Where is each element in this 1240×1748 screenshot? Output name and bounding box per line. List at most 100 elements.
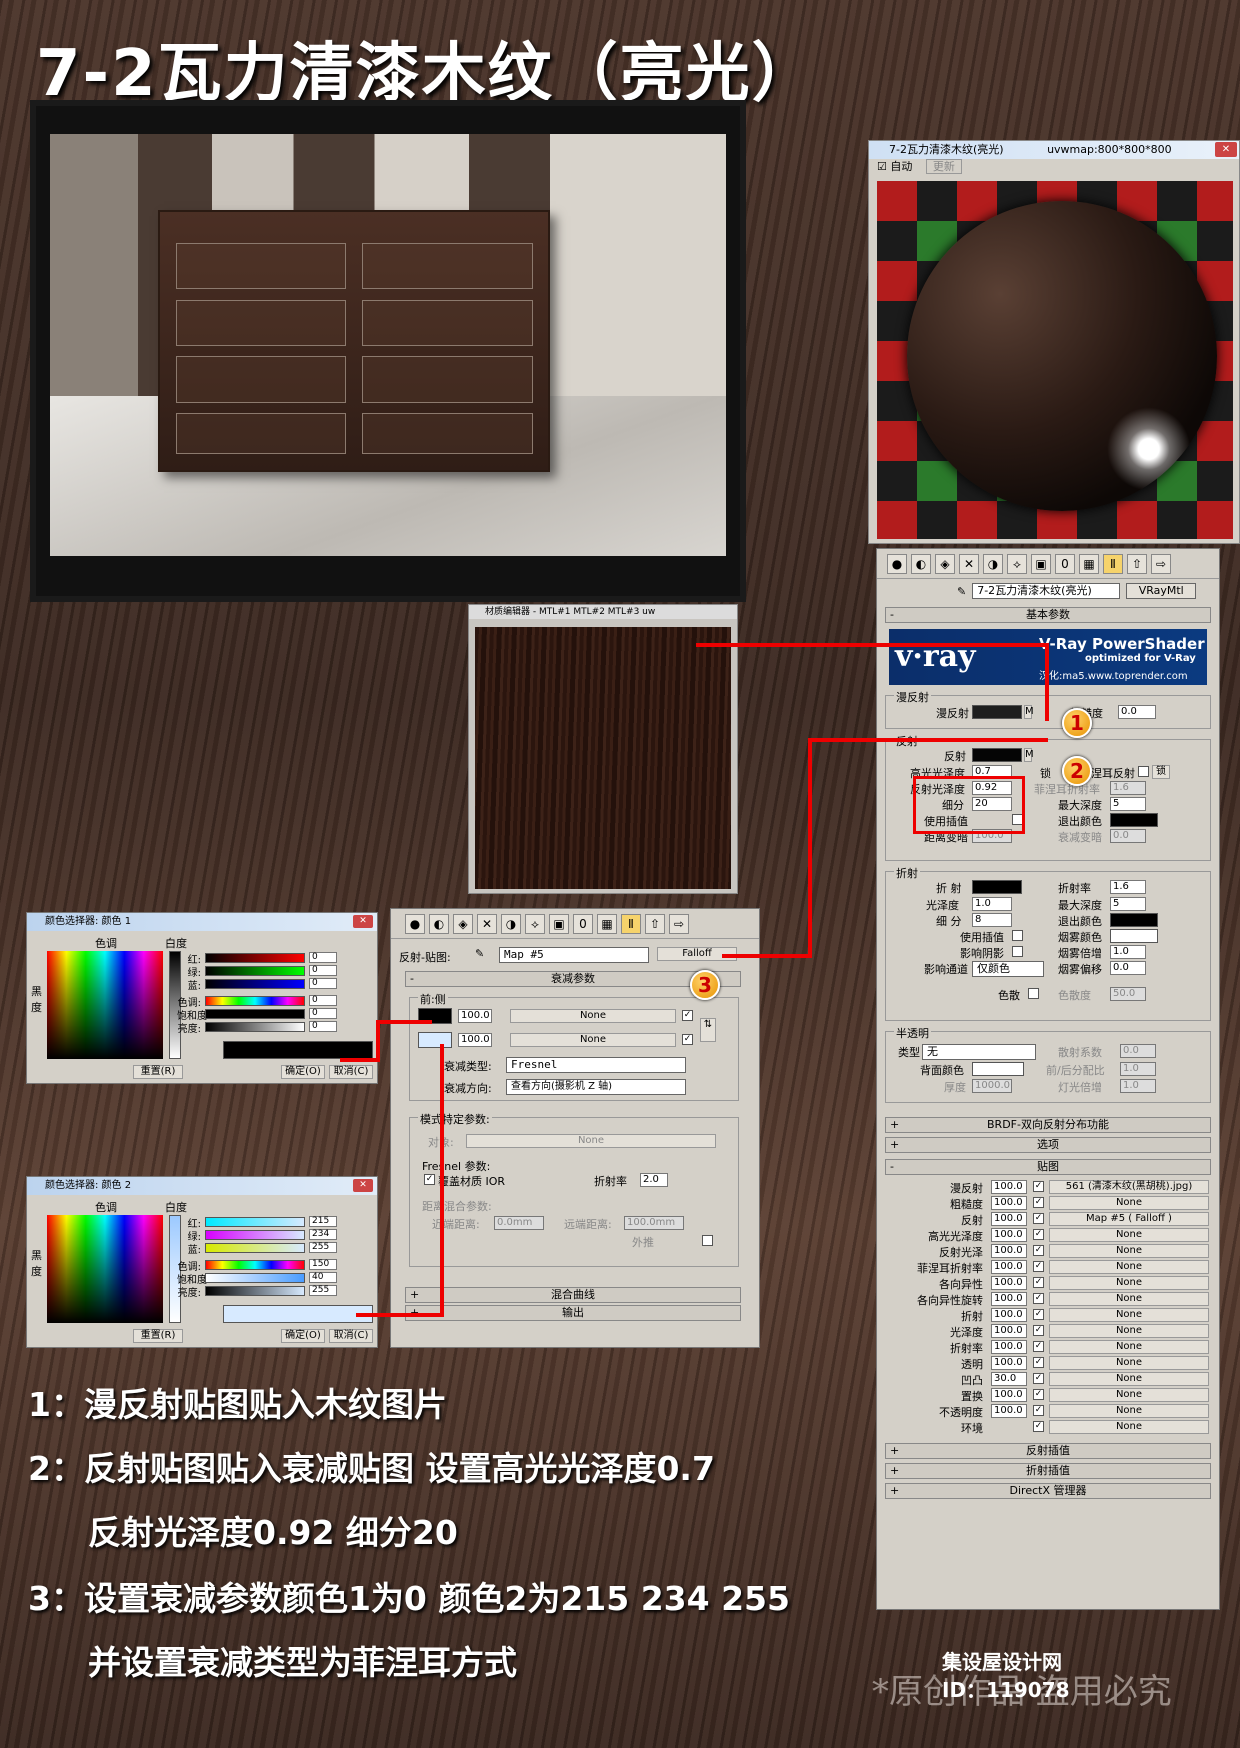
map-enable-checkbox[interactable]: ✓	[1033, 1325, 1044, 1336]
channel-dropdown[interactable]: 仅颜色	[972, 961, 1044, 977]
map-amount-input[interactable]: 100.0	[991, 1404, 1027, 1418]
maps-rollout[interactable]: - 贴图	[885, 1159, 1211, 1175]
map-amount-input[interactable]: 100.0	[991, 1180, 1027, 1194]
color-slider[interactable]	[205, 979, 305, 989]
map-slot-button[interactable]: None	[1049, 1244, 1209, 1258]
refl-interp-rollout[interactable]: + 反射插值	[885, 1443, 1211, 1459]
map-amount-input[interactable]: 100.0	[991, 1196, 1027, 1210]
color-slider[interactable]	[205, 996, 305, 1006]
directx-rollout[interactable]: + DirectX 管理器	[885, 1483, 1211, 1499]
map-slot-button[interactable]: None	[1049, 1420, 1209, 1434]
map-name-field[interactable]: Map #5	[499, 947, 649, 963]
unique-icon[interactable]: ⟡	[1007, 553, 1027, 574]
close-icon[interactable]: ✕	[353, 915, 373, 928]
map-slot-button[interactable]: None	[1049, 1404, 1209, 1418]
map-enable-checkbox[interactable]: ✓	[1033, 1421, 1044, 1432]
get-material-icon[interactable]: ●	[405, 913, 425, 934]
map-enable-checkbox[interactable]: ✓	[1033, 1341, 1044, 1352]
map-amount-input[interactable]: 30.0	[991, 1372, 1027, 1386]
color-slider[interactable]	[205, 1243, 305, 1253]
library-icon[interactable]: ▣	[549, 913, 569, 934]
map-slot-button[interactable]: None	[1049, 1276, 1209, 1290]
map-amount-input[interactable]: 100.0	[991, 1276, 1027, 1290]
map-enable-checkbox[interactable]: ✓	[1033, 1277, 1044, 1288]
go-parent-icon[interactable]: ⇧	[1127, 553, 1147, 574]
brdf-rollout[interactable]: + BRDF-双向反射分布功能	[885, 1117, 1211, 1133]
translucency-type-dropdown[interactable]: 无	[922, 1044, 1036, 1060]
map-slot-button[interactable]: None	[1049, 1372, 1209, 1386]
color-slider[interactable]	[205, 1022, 305, 1032]
map-enable-checkbox[interactable]: ✓	[1033, 1389, 1044, 1400]
put-material-icon[interactable]: ◐	[429, 913, 449, 934]
map-amount-input[interactable]: 100.0	[991, 1356, 1027, 1370]
falloff-type-dropdown[interactable]: Fresnel	[506, 1057, 686, 1073]
color-slider[interactable]	[205, 1260, 305, 1270]
map-enable-checkbox[interactable]: ✓	[1033, 1373, 1044, 1384]
get-material-icon[interactable]: ●	[887, 553, 907, 574]
map-slot-button[interactable]: None	[1049, 1292, 1209, 1306]
id-icon[interactable]: 0	[1055, 553, 1075, 574]
go-parent-icon[interactable]: ⇧	[645, 913, 665, 934]
close-icon[interactable]: ✕	[1215, 142, 1237, 157]
map-slot-button[interactable]: Map #5 ( Falloff )	[1049, 1212, 1209, 1226]
map-amount-input[interactable]: 100.0	[991, 1340, 1027, 1354]
map-slot-button[interactable]: None	[1049, 1356, 1209, 1370]
fresnel-checkbox[interactable]	[1138, 766, 1149, 777]
map-enable-checkbox[interactable]: ✓	[1033, 1293, 1044, 1304]
falloff-ior-input[interactable]: 2.0	[640, 1173, 668, 1187]
roughness-input[interactable]: 0.0	[1118, 705, 1156, 719]
diffuse-swatch[interactable]	[972, 705, 1022, 719]
map-enable-checkbox[interactable]: ✓	[1033, 1309, 1044, 1320]
map-enable-checkbox[interactable]: ✓	[1033, 1229, 1044, 1240]
map-amount-input[interactable]: 100.0	[991, 1308, 1027, 1322]
show-map-icon[interactable]: ▦	[1079, 553, 1099, 574]
hue-spectrum[interactable]	[47, 1215, 163, 1323]
map-amount-input[interactable]: 100.0	[991, 1324, 1027, 1338]
color-slider[interactable]	[205, 953, 305, 963]
color-slider[interactable]	[205, 1230, 305, 1240]
auto-checkbox[interactable]: ☑	[877, 160, 887, 173]
map-enable-checkbox[interactable]: ✓	[1033, 1405, 1044, 1416]
map-slot-button[interactable]: None	[1049, 1260, 1209, 1274]
color-slider[interactable]	[205, 1217, 305, 1227]
eyedropper-icon[interactable]: ✎	[475, 947, 484, 960]
reflection-swatch[interactable]	[972, 748, 1022, 762]
map-amount-input[interactable]: 100.0	[991, 1228, 1027, 1242]
output-rollout[interactable]: +输出	[405, 1305, 741, 1321]
show-result-icon[interactable]: Ⅱ	[621, 913, 641, 934]
assign-icon[interactable]: ◈	[935, 553, 955, 574]
color-slider[interactable]	[205, 966, 305, 976]
material-type-button[interactable]: VRayMtl	[1126, 583, 1197, 599]
map-enable-checkbox[interactable]: ✓	[1033, 1197, 1044, 1208]
map-enable-checkbox[interactable]: ✓	[1033, 1181, 1044, 1192]
map-enable-checkbox[interactable]: ✓	[1033, 1213, 1044, 1224]
copy-icon[interactable]: ◑	[983, 553, 1003, 574]
delete-icon[interactable]: ✕	[959, 553, 979, 574]
map-slot-button[interactable]: None	[1049, 1228, 1209, 1242]
show-result-icon[interactable]: Ⅱ	[1103, 553, 1123, 574]
map-slot-button[interactable]: None	[1049, 1308, 1209, 1322]
go-sibling-icon[interactable]: ⇨	[1151, 553, 1171, 574]
update-button[interactable]: 更新	[925, 159, 962, 174]
map-enable-checkbox[interactable]: ✓	[1033, 1245, 1044, 1256]
material-name-field[interactable]: 7-2瓦力清漆木纹(亮光)	[972, 583, 1121, 599]
override-ior-checkbox[interactable]: ✓	[424, 1174, 435, 1185]
map-amount-input[interactable]: 100.0	[991, 1260, 1027, 1274]
map-slot-button[interactable]: None	[1049, 1340, 1209, 1354]
map-amount-input[interactable]: 100.0	[991, 1292, 1027, 1306]
map-amount-input[interactable]: 100.0	[991, 1212, 1027, 1226]
refr-interp-rollout[interactable]: + 折射插值	[885, 1463, 1211, 1479]
swap-icon[interactable]: ⇅	[700, 1018, 716, 1042]
id-icon[interactable]: 0	[573, 913, 593, 934]
basic-params-rollout[interactable]: - 基本参数	[885, 607, 1211, 623]
map-amount-input[interactable]: 100.0	[991, 1388, 1027, 1402]
show-map-icon[interactable]: ▦	[597, 913, 617, 934]
color-slider[interactable]	[205, 1009, 305, 1019]
library-icon[interactable]: ▣	[1031, 553, 1051, 574]
mix-curve-rollout[interactable]: + 混合曲线	[405, 1287, 741, 1303]
side-color-swatch[interactable]	[418, 1032, 452, 1048]
map-enable-checkbox[interactable]: ✓	[1033, 1261, 1044, 1272]
map-slot-button[interactable]: None	[1049, 1388, 1209, 1402]
put-material-icon[interactable]: ◐	[911, 553, 931, 574]
falloff-direction-dropdown[interactable]: 查看方向(摄影机 Z 轴)	[506, 1079, 686, 1095]
